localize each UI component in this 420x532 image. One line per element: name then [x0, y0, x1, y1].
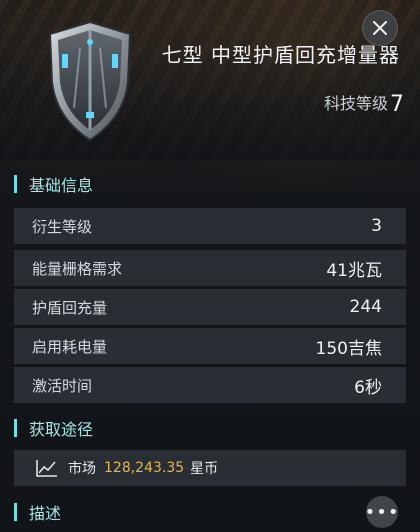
tech-level-value: 7 [390, 92, 404, 117]
market-entry[interactable]: 市场 128,243.35 星币 [14, 450, 406, 486]
more-icon: ••• [364, 501, 400, 523]
section-acquisition: 获取途径 [14, 414, 93, 442]
section-title: 基础信息 [29, 176, 94, 195]
trend-chart-icon [36, 460, 57, 477]
stat-row: 能量栅格需求 41兆瓦 [14, 250, 406, 286]
close-button[interactable] [362, 10, 398, 46]
section-description: 描述 [14, 498, 61, 526]
section-accent-bar [14, 503, 17, 521]
section-title: 获取途径 [29, 420, 94, 439]
section-title: 描述 [29, 504, 62, 523]
more-button[interactable]: ••• [364, 496, 400, 528]
stat-row: 启用耗电量 150吉焦 [14, 328, 406, 364]
market-price: 128,243.35 [104, 460, 185, 476]
close-icon [373, 21, 387, 35]
stat-value: 3 [371, 216, 382, 236]
stat-value: 41兆瓦 [326, 260, 382, 281]
stat-row: 激活时间 6秒 [14, 367, 406, 403]
stat-label: 衍生等级 [32, 217, 93, 236]
stat-row: 护盾回充量 244 [14, 289, 406, 325]
tech-level: 科技等级7 [324, 90, 404, 117]
item-icon [44, 18, 136, 144]
stat-label: 启用耗电量 [32, 337, 108, 356]
shield-module-icon [48, 20, 132, 142]
stat-value: 150吉焦 [315, 338, 382, 359]
section-accent-bar [14, 419, 17, 437]
stat-label: 能量栅格需求 [32, 259, 123, 278]
stat-row: 衍生等级 3 [14, 208, 406, 244]
market-label: 市场 [68, 461, 96, 477]
stat-label: 护盾回充量 [32, 298, 108, 317]
stat-value: 6秒 [354, 377, 382, 398]
section-basic-info: 基础信息 [14, 170, 93, 198]
stat-value: 244 [349, 297, 382, 317]
tech-level-label: 科技等级 [323, 94, 388, 113]
section-accent-bar [14, 175, 17, 193]
currency-unit: 星币 [190, 461, 219, 477]
item-title: 七型 中型护盾回充增量器 [161, 43, 400, 67]
stat-label: 激活时间 [32, 376, 93, 395]
